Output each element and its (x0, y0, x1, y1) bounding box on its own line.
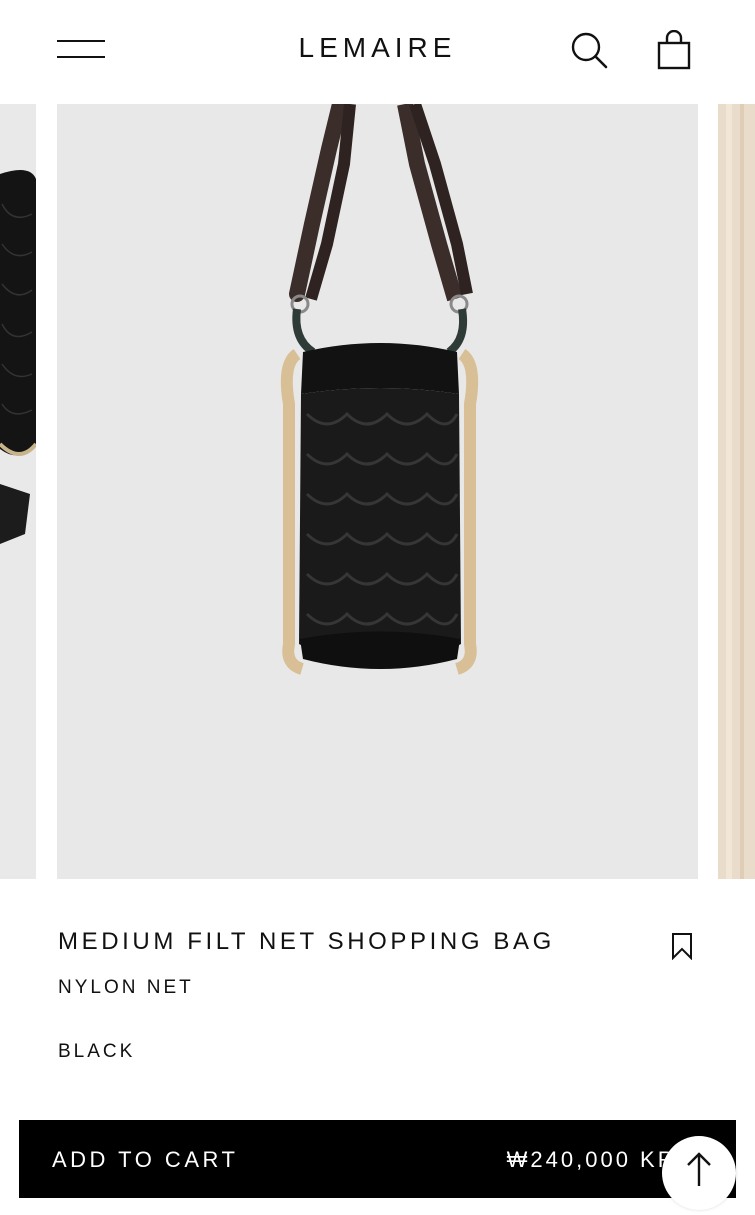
add-to-cart-label: ADD TO CART (52, 1147, 239, 1172)
search-icon[interactable] (570, 31, 608, 69)
brand-logo[interactable]: LEMAIRE (0, 32, 755, 64)
main-product-image[interactable] (57, 104, 698, 879)
product-info: MEDIUM FILT NET SHOPPING BAG NYLON NET B… (58, 925, 678, 1063)
product-color[interactable]: BLACK (58, 1041, 678, 1063)
site-header: LEMAIRE (0, 0, 755, 104)
product-material: NYLON NET (58, 977, 194, 998)
bookmark-icon[interactable] (670, 932, 694, 961)
shopping-bag-icon[interactable] (656, 29, 692, 70)
product-image-carousel[interactable] (0, 104, 755, 879)
product-title: MEDIUM FILT NET SHOPPING BAG (58, 928, 555, 955)
add-to-cart-button[interactable]: ADD TO CART ₩240,000 KRW (19, 1120, 736, 1198)
arrow-up-icon[interactable] (662, 1136, 736, 1210)
next-slide-image[interactable] (718, 104, 755, 879)
previous-slide-image[interactable] (0, 104, 36, 879)
